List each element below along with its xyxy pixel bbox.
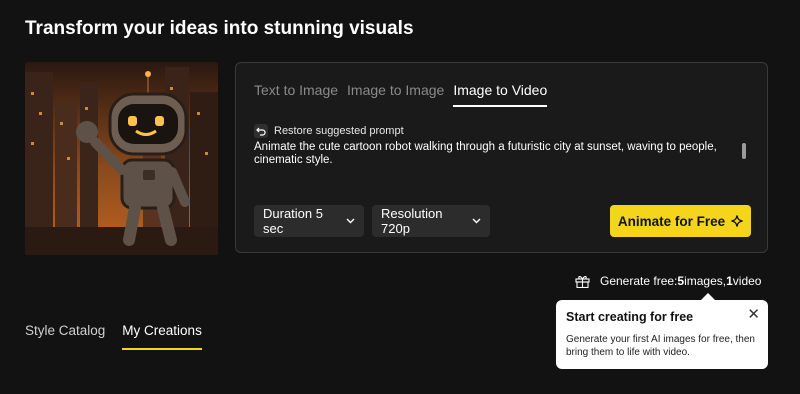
quota-prefix: Generate free:	[600, 274, 678, 288]
tooltip-arrow	[701, 293, 715, 300]
robot-city-illustration	[25, 62, 218, 255]
mode-tabs: Text to Image Image to Image Image to Vi…	[254, 82, 556, 107]
restore-prompt-label: Restore suggested prompt	[274, 125, 404, 137]
free-quota-info: Generate free: 5 images, 1 video	[575, 274, 761, 288]
images-word: images,	[684, 274, 727, 288]
tab-text-to-image[interactable]: Text to Image	[254, 82, 338, 107]
video-count: 1	[726, 274, 733, 288]
animate-button[interactable]: Animate for Free	[610, 205, 751, 237]
sparkle-icon	[731, 215, 743, 227]
animate-button-label: Animate for Free	[617, 213, 726, 229]
duration-dropdown[interactable]: Duration 5 sec	[254, 205, 364, 237]
tab-my-creations[interactable]: My Creations	[122, 323, 202, 350]
tab-style-catalog[interactable]: Style Catalog	[25, 323, 105, 350]
close-icon[interactable]: ✕	[747, 305, 760, 323]
page-title: Transform your ideas into stunning visua…	[25, 18, 414, 39]
onboarding-tooltip: Start creating for free ✕ Generate your …	[556, 293, 768, 369]
undo-icon	[254, 124, 268, 138]
tab-image-to-video[interactable]: Image to Video	[453, 82, 548, 107]
chevron-down-icon	[346, 218, 355, 224]
resolution-label: Resolution 720p	[381, 206, 443, 236]
source-image-thumbnail[interactable]	[25, 62, 218, 255]
gift-icon	[575, 274, 590, 288]
gallery-tabs: Style Catalog My Creations	[25, 323, 219, 350]
prompt-scrollbar[interactable]	[742, 143, 746, 159]
generation-panel: Text to Image Image to Image Image to Vi…	[235, 62, 768, 253]
restore-prompt-button[interactable]: Restore suggested prompt	[254, 124, 404, 138]
tab-image-to-image[interactable]: Image to Image	[347, 82, 444, 107]
images-count: 5	[677, 274, 685, 288]
prompt-textarea[interactable]: Animate the cute cartoon robot walking t…	[254, 141, 724, 167]
tooltip-title: Start creating for free	[566, 310, 694, 324]
video-word: video	[732, 274, 762, 288]
chevron-down-icon	[472, 218, 481, 224]
tooltip-body: Generate your first AI images for free, …	[566, 334, 755, 358]
resolution-dropdown[interactable]: Resolution 720p	[372, 205, 490, 237]
duration-label: Duration 5 sec	[263, 206, 323, 236]
